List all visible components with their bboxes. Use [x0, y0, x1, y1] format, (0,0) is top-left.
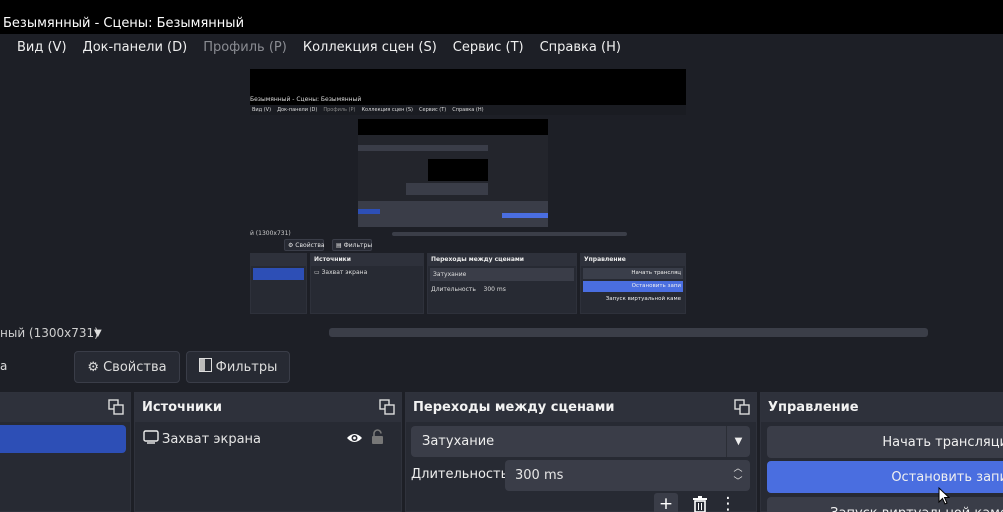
preview-transitions-panel: Переходы между сценами Затухание Длитель…: [427, 253, 577, 314]
preview-filters-button: ▤ Фильтры: [332, 239, 372, 251]
duration-label: Длительность: [411, 467, 509, 482]
preview-title: Безымянный - Сцены: Безымянный: [250, 96, 362, 103]
chevron-down-icon[interactable]: ▼: [94, 328, 102, 339]
horizontal-scrollbar[interactable]: [329, 328, 928, 337]
preview-menu-item: Сервис (T): [419, 107, 447, 113]
scene-selected-item[interactable]: [0, 425, 126, 453]
preview-lower: й (1300х731) ⚙ Свойства ▤ Фильтры Источн…: [250, 229, 686, 314]
sources-dock: Источники Захват экрана: [134, 392, 402, 512]
menu-scene-collection[interactable]: Коллекция сцен (S): [295, 40, 445, 55]
add-icon[interactable]: +: [654, 493, 678, 512]
lock-icon[interactable]: [371, 429, 385, 447]
window-title: Безымянный - Сцены: Безымянный: [3, 16, 245, 31]
transitions-dock-header: Переходы между сценами: [406, 393, 756, 422]
menu-bar: Вид (V) Док-панели (D) Профиль (P) Колле…: [0, 34, 1003, 60]
more-options-icon[interactable]: ⋮: [720, 493, 737, 512]
preview-menu-item: Справка (H): [452, 107, 484, 113]
scene-resolution-label: ный (1300х731): [0, 326, 99, 340]
preview-scenes-panel: [250, 253, 307, 314]
undock-icon[interactable]: [379, 399, 395, 415]
undock-icon[interactable]: [108, 399, 124, 415]
menu-help[interactable]: Справка (H): [532, 40, 629, 55]
preview-menu-item: Док-панели (D): [277, 107, 318, 113]
menu-view[interactable]: Вид (V): [0, 40, 75, 55]
chevron-up-icon[interactable]: ︿: [733, 463, 742, 476]
scenes-dock-header: [0, 393, 130, 422]
toolbar-left-edge: a: [0, 359, 8, 373]
transitions-dock: Переходы между сценами Затухание ▼ Длите…: [405, 392, 757, 512]
stop-recording-button[interactable]: Остановить запи: [767, 461, 1003, 493]
transitions-title: Переходы между сценами: [413, 400, 615, 415]
filters-button[interactable]: Фильтры: [186, 351, 290, 383]
source-item[interactable]: Захват экрана: [143, 429, 387, 449]
transition-select[interactable]: Затухание ▼: [411, 426, 750, 457]
preview-canvas[interactable]: Безымянный - Сцены: Безымянный Вид (V) Д…: [250, 69, 686, 314]
properties-label: Свойства: [103, 359, 167, 375]
preview-menu-item: Коллекция сцен (S): [361, 107, 414, 113]
preview-recursive-image: [358, 119, 548, 227]
preview-sources-panel: Источники ▭ Захват экрана: [310, 253, 424, 314]
title-bar: Безымянный - Сцены: Безымянный: [0, 0, 1003, 34]
preview-scene-label: й (1300х731): [250, 230, 291, 237]
preview-area: Безымянный - Сцены: Безымянный Вид (V) Д…: [0, 60, 1003, 324]
sources-dock-header: Источники: [135, 393, 401, 422]
chevron-down-icon[interactable]: ﹀: [733, 476, 742, 489]
monitor-icon: [143, 430, 159, 448]
chevron-down-icon[interactable]: ▼: [726, 426, 750, 457]
gear-icon: ⚙: [87, 359, 100, 375]
scene-bar: ный (1300х731) ▼: [0, 324, 1003, 343]
controls-dock-header: Управление: [761, 393, 1003, 422]
preview-menu-item: Профиль (P): [323, 107, 356, 113]
menu-docks[interactable]: Док-панели (D): [75, 40, 196, 55]
preview-menu: Вид (V) Док-панели (D) Профиль (P) Колле…: [250, 105, 686, 115]
controls-title: Управление: [768, 400, 859, 415]
menu-profile[interactable]: Профиль (P): [195, 40, 295, 55]
duration-stepper[interactable]: ︿ ﹀: [726, 460, 750, 491]
menu-tools[interactable]: Сервис (T): [445, 40, 532, 55]
properties-button[interactable]: ⚙ Свойства: [74, 351, 180, 383]
mouse-cursor-icon: [938, 486, 951, 505]
virtual-camera-button[interactable]: Запуск виртуальной каме: [767, 497, 1003, 512]
sources-title: Источники: [142, 400, 222, 415]
source-toolbar: a ⚙ Свойства Фильтры: [0, 343, 1003, 391]
scenes-dock: [0, 392, 131, 512]
transition-tools: + ⋮: [654, 492, 737, 512]
filters-icon: [198, 358, 212, 376]
undock-icon[interactable]: [734, 399, 750, 415]
duration-input[interactable]: 300 ms ︿ ﹀: [505, 460, 750, 491]
filters-label: Фильтры: [215, 359, 278, 375]
preview-menu-item: Вид (V): [252, 107, 272, 113]
controls-dock: Управление Начать трансляци Остановить з…: [760, 392, 1003, 512]
preview-props-button: ⚙ Свойства: [284, 239, 325, 251]
eye-icon[interactable]: [346, 430, 363, 448]
transition-select-value: Затухание: [422, 434, 495, 449]
source-item-label: Захват экрана: [162, 431, 261, 447]
start-streaming-button[interactable]: Начать трансляци: [767, 426, 1003, 458]
preview-controls-panel: Управление Начать трансляц Остановить за…: [580, 253, 686, 314]
trash-icon[interactable]: [688, 493, 712, 512]
duration-value: 300 ms: [515, 468, 564, 483]
